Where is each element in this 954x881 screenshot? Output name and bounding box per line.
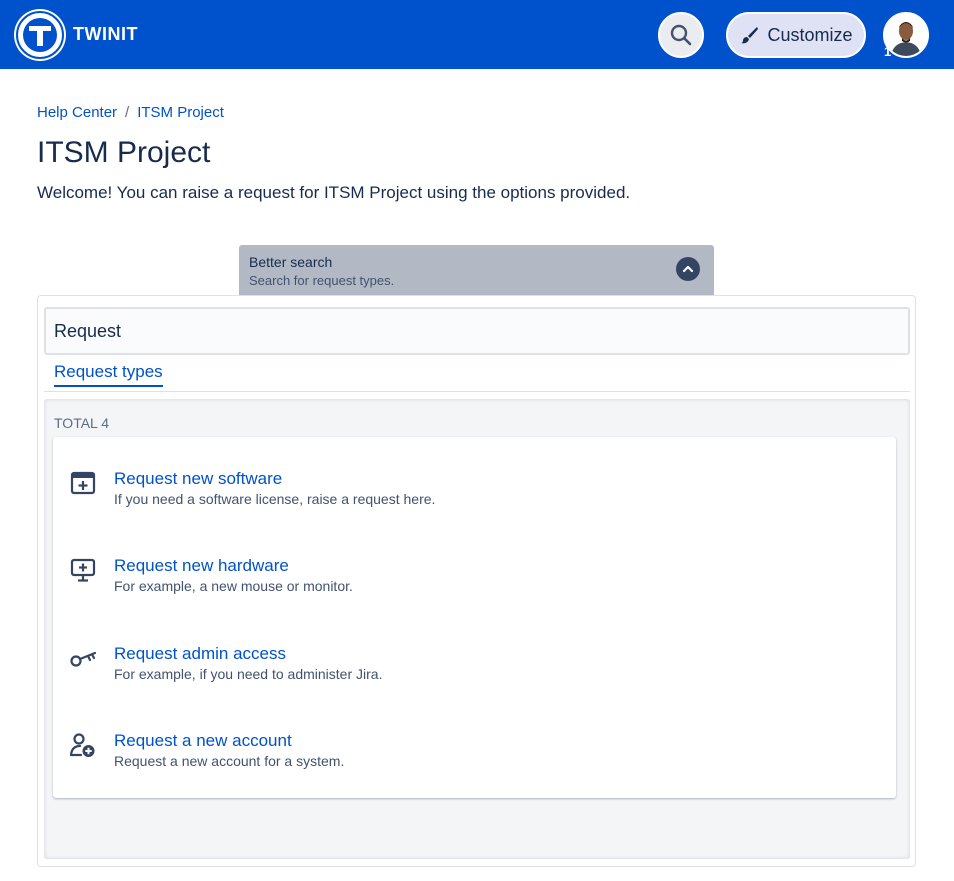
request-type-name[interactable]: Request new software xyxy=(114,469,282,489)
search-input[interactable] xyxy=(44,307,910,355)
results-container: TOTAL 4 Request new software If you need… xyxy=(44,399,910,859)
list-item[interactable]: Request new hardware For example, a new … xyxy=(53,556,896,626)
customize-button[interactable]: Customize xyxy=(726,12,866,58)
request-type-name[interactable]: Request new hardware xyxy=(114,556,289,576)
collapse-toggle-button[interactable] xyxy=(676,257,700,281)
request-type-list: Request new software If you need a softw… xyxy=(53,437,896,798)
monitor-plus-icon xyxy=(69,556,97,584)
key-icon xyxy=(69,644,97,672)
request-type-description: For example, a new mouse or monitor. xyxy=(114,578,353,594)
request-type-name[interactable]: Request a new account xyxy=(114,731,292,751)
search-button[interactable] xyxy=(658,12,704,58)
better-search-header[interactable]: Better search Search for request types. xyxy=(239,245,714,295)
customize-label: Customize xyxy=(767,24,853,45)
search-panel: Request types TOTAL 4 Request new softwa… xyxy=(37,295,916,867)
search-icon xyxy=(670,24,692,46)
notification-count: 1 xyxy=(884,44,892,59)
better-search-subtitle: Search for request types. xyxy=(249,273,395,288)
top-navigation-bar: TWINIT Customize 1 xyxy=(0,0,954,69)
chevron-up-icon xyxy=(682,265,694,273)
results-total: TOTAL 4 xyxy=(54,415,109,431)
list-item[interactable]: Request new software If you need a softw… xyxy=(53,469,896,539)
page-description: Welcome! You can raise a request for ITS… xyxy=(37,183,631,202)
breadcrumb: Help Center / ITSM Project xyxy=(37,104,224,121)
request-type-name[interactable]: Request admin access xyxy=(114,644,286,664)
better-search-title: Better search xyxy=(249,254,333,270)
list-item[interactable]: Request a new account Request a new acco… xyxy=(53,731,896,801)
request-type-description: Request a new account for a system. xyxy=(114,753,345,769)
paintbrush-icon xyxy=(741,27,759,44)
tab-request-types[interactable]: Request types xyxy=(54,362,163,387)
breadcrumb-separator: / xyxy=(125,104,130,121)
request-type-description: If you need a software license, raise a … xyxy=(114,491,436,507)
request-type-description: For example, if you need to administer J… xyxy=(114,666,383,682)
tab-divider xyxy=(44,391,910,392)
brand-name: TWINIT xyxy=(73,24,138,44)
list-item[interactable]: Request admin access For example, if you… xyxy=(53,644,896,714)
software-window-icon xyxy=(69,469,97,497)
page-title: ITSM Project xyxy=(37,136,211,169)
twinit-logo-icon[interactable] xyxy=(16,11,64,59)
breadcrumb-help-center[interactable]: Help Center xyxy=(37,104,117,121)
add-user-icon xyxy=(69,731,97,759)
breadcrumb-itsm-project[interactable]: ITSM Project xyxy=(137,104,224,121)
